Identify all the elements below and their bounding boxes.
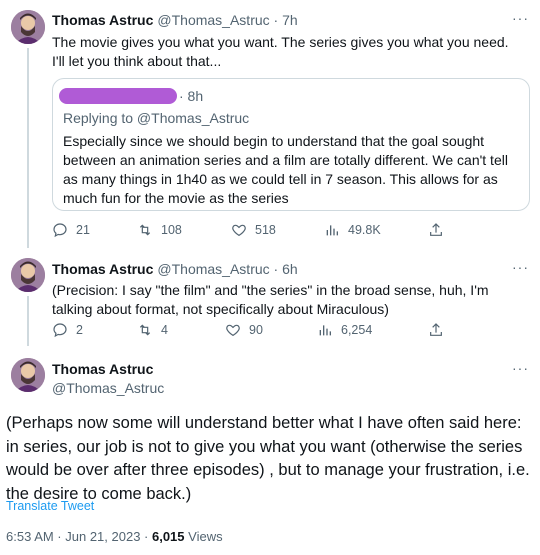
- avatar-image: [11, 358, 45, 392]
- reply-icon: [53, 323, 67, 338]
- views-count: 49.8K: [348, 223, 381, 237]
- views-icon: [319, 325, 331, 336]
- views-button[interactable]: 6,254: [317, 322, 372, 338]
- avatar[interactable]: [11, 258, 45, 292]
- quoted-tweet-text: Especially since we should begin to unde…: [63, 133, 508, 206]
- thread-line: [27, 296, 29, 346]
- heart-icon: [226, 324, 240, 337]
- like-count: 518: [255, 223, 276, 237]
- views-total: 6,015: [151, 529, 185, 544]
- views-count: 6,254: [341, 323, 373, 337]
- tweet-text: (Precision: I say "the film" and "the se…: [52, 282, 489, 317]
- quoted-tweet-time: · 8h: [179, 88, 204, 104]
- share-icon: [430, 323, 442, 336]
- views-label: Views: [184, 529, 223, 544]
- avatar[interactable]: [11, 358, 45, 392]
- replying-to[interactable]: Replying to @Thomas_Astruc: [63, 109, 249, 128]
- retweet-count: 108: [161, 223, 182, 237]
- tweet-timestamp[interactable]: 6:53 AM · Jun 21, 2023 ·: [6, 529, 152, 544]
- share-button[interactable]: [428, 322, 452, 338]
- like-count: 90: [249, 323, 263, 337]
- tweet-footer: 6:53 AM · Jun 21, 2023 · 6,015 Views: [6, 529, 223, 544]
- reply-button[interactable]: 2: [52, 322, 83, 338]
- avatar[interactable]: [11, 10, 45, 44]
- author-name[interactable]: Thomas Astruc: [52, 361, 153, 377]
- retweet-icon: [139, 224, 151, 236]
- author-name[interactable]: Thomas Astruc: [52, 12, 153, 28]
- more-options-icon[interactable]: ···: [512, 259, 529, 275]
- retweet-button[interactable]: 4: [137, 322, 168, 338]
- share-button[interactable]: [428, 222, 452, 238]
- avatar-image: [11, 258, 45, 292]
- views-icon: [326, 225, 338, 236]
- avatar-image: [11, 10, 45, 44]
- author-handle-time[interactable]: @Thomas_Astruc · 6h: [157, 261, 297, 277]
- like-button[interactable]: 90: [225, 322, 263, 338]
- more-options-icon[interactable]: ···: [512, 10, 529, 26]
- translate-tweet-link[interactable]: Translate Tweet: [6, 499, 94, 513]
- retweet-button[interactable]: 108: [137, 222, 182, 238]
- retweet-icon: [139, 324, 151, 336]
- retweet-count: 4: [161, 323, 168, 337]
- reply-count: 2: [76, 323, 83, 337]
- more-options-icon[interactable]: ···: [512, 360, 529, 376]
- share-icon: [430, 223, 442, 236]
- reply-count: 21: [76, 223, 90, 237]
- thread-line: [27, 48, 29, 248]
- redacted-author: [59, 88, 177, 104]
- views-button[interactable]: 49.8K: [324, 222, 381, 238]
- reply-button[interactable]: 21: [52, 222, 90, 238]
- reply-icon: [53, 223, 67, 238]
- tweet-text: (Perhaps now some will understand better…: [6, 414, 530, 503]
- tweet-text: The movie gives you what you want. The s…: [52, 34, 509, 69]
- author-handle[interactable]: @Thomas_Astruc: [52, 380, 164, 396]
- author-name[interactable]: Thomas Astruc: [52, 261, 153, 277]
- quoted-tweet[interactable]: · 8h Replying to @Thomas_Astruc Especial…: [52, 78, 530, 211]
- author-handle-time[interactable]: @Thomas_Astruc · 7h: [157, 12, 297, 28]
- heart-icon: [232, 224, 246, 237]
- like-button[interactable]: 518: [231, 222, 276, 238]
